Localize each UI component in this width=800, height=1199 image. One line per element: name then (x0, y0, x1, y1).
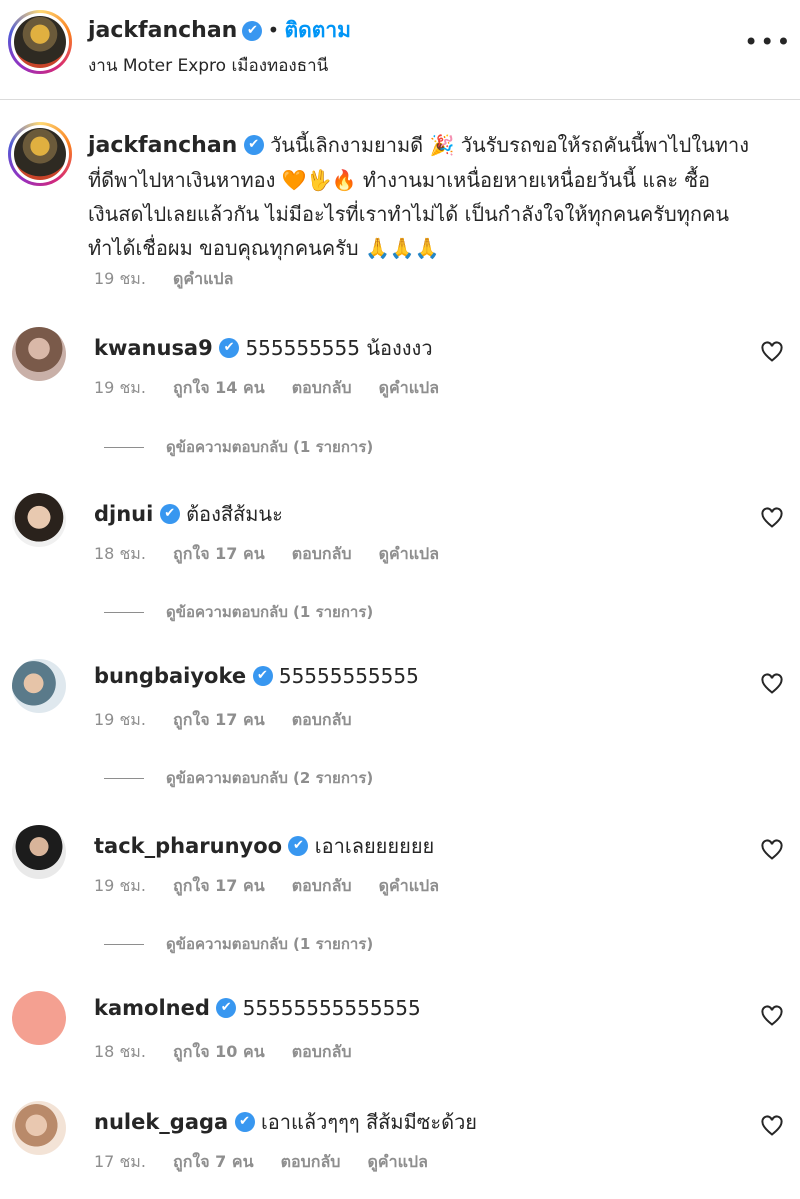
comment-username[interactable]: nulek_gaga (94, 1110, 228, 1134)
caption-translate-link[interactable]: ดูคำแปล (173, 269, 233, 288)
verified-badge-icon: ✔ (243, 134, 264, 155)
comment-username[interactable]: kamolned (94, 996, 210, 1020)
comment-translate-link[interactable]: ดูคำแปล (379, 544, 439, 563)
comment-reply-button[interactable]: ตอบกลับ (281, 1152, 341, 1171)
heart-outline-icon[interactable] (760, 672, 784, 696)
view-replies-button[interactable]: ดูข้อความตอบกลับ (2 รายการ) (104, 766, 373, 790)
comment-likes[interactable]: ถูกใจ 10 คน (173, 1042, 265, 1061)
comment-username[interactable]: kwanusa9 (94, 336, 213, 360)
comment-username[interactable]: bungbaiyoke (94, 664, 246, 688)
view-replies-button[interactable]: ดูข้อความตอบกลับ (1 รายการ) (104, 932, 373, 956)
verified-badge-icon: ✔ (252, 665, 273, 686)
separator-dot: • (267, 18, 280, 42)
comment-text: 555555555 น้องงงว (245, 336, 433, 360)
reply-divider (104, 447, 144, 448)
comment-reply-button[interactable]: ตอบกลับ (292, 378, 352, 397)
comment-avatar[interactable] (12, 493, 66, 547)
more-options-icon[interactable]: ••• (744, 28, 792, 56)
comment-text: 55555555555555 (242, 996, 421, 1020)
comment-item: nulek_gaga ✔ เอาแล้วๆๆๆ สีส้มมีซะด้วย (94, 1106, 477, 1138)
verified-badge-icon: ✔ (159, 503, 180, 524)
comment-time: 19 ชม. (94, 876, 146, 895)
view-replies-label: ดูข้อความตอบกลับ (2 รายการ) (166, 769, 374, 787)
comment-item: djnui ✔ ต้องสีส้มนะ (94, 498, 283, 530)
comment-time: 18 ชม. (94, 544, 146, 563)
heart-outline-icon[interactable] (760, 838, 784, 862)
comment-likes[interactable]: ถูกใจ 17 คน (173, 876, 265, 895)
heart-outline-icon[interactable] (760, 506, 784, 530)
author-avatar[interactable] (8, 10, 72, 74)
verified-badge-icon: ✔ (288, 835, 309, 856)
comment-avatar[interactable] (12, 825, 66, 879)
author-username[interactable]: jackfanchan (88, 18, 237, 43)
comment-time: 19 ชม. (94, 710, 146, 729)
comment-avatar[interactable] (12, 659, 66, 713)
comment-translate-link[interactable]: ดูคำแปล (379, 876, 439, 895)
follow-button[interactable]: ติดตาม (284, 18, 351, 42)
caption-meta: 19 ชม. ดูคำแปล (94, 267, 255, 292)
comment-item: tack_pharunyoo ✔ เอาเลยยยยยย (94, 830, 434, 862)
comment-likes[interactable]: ถูกใจ 17 คน (173, 544, 265, 563)
comment-reply-button[interactable]: ตอบกลับ (292, 876, 352, 895)
reply-divider (104, 944, 144, 945)
heart-outline-icon[interactable] (760, 1004, 784, 1028)
verified-badge-icon: ✔ (219, 337, 240, 358)
comment-reply-button[interactable]: ตอบกลับ (292, 710, 352, 729)
comment-username[interactable]: tack_pharunyoo (94, 834, 282, 858)
reply-divider (104, 778, 144, 779)
comment-text: เอาเลยยยยยย (314, 834, 435, 858)
view-replies-button[interactable]: ดูข้อความตอบกลับ (1 รายการ) (104, 600, 373, 624)
comment-meta: 19 ชม. ถูกใจ 14 คน ตอบกลับ ดูคำแปล (94, 376, 461, 401)
heart-outline-icon[interactable] (760, 340, 784, 364)
comment-reply-button[interactable]: ตอบกลับ (292, 1042, 352, 1061)
view-replies-label: ดูข้อความตอบกลับ (1 รายการ) (166, 935, 374, 953)
verified-badge-icon: ✔ (234, 1111, 255, 1132)
comment-meta: 19 ชม. ถูกใจ 17 คน ตอบกลับ ดูคำแปล (94, 874, 461, 899)
post-caption: jackfanchan ✔ วันนี้เลิกงามยามดี 🎉 วันรั… (88, 128, 760, 265)
caption-username[interactable]: jackfanchan (88, 133, 237, 158)
comment-reply-button[interactable]: ตอบกลับ (292, 544, 352, 563)
comment-item: bungbaiyoke ✔ 55555555555 (94, 664, 419, 688)
comment-translate-link[interactable]: ดูคำแปล (379, 378, 439, 397)
caption-avatar[interactable] (8, 122, 72, 186)
comment-item: kamolned ✔ 55555555555555 (94, 996, 421, 1020)
comment-avatar[interactable] (12, 1101, 66, 1155)
comment-likes[interactable]: ถูกใจ 17 คน (173, 710, 265, 729)
comment-time: 18 ชม. (94, 1042, 146, 1061)
comment-time: 19 ชม. (94, 378, 146, 397)
comment-text: 55555555555 (278, 664, 419, 688)
post-location[interactable]: งาน Moter Expro เมืองทองธานี (88, 52, 328, 79)
comment-text: เอาแล้วๆๆๆ สีส้มมีซะด้วย (260, 1110, 478, 1134)
post-header: jackfanchan ✔ • ติดตาม งาน Moter Expro เ… (0, 0, 800, 100)
caption-time: 19 ชม. (94, 269, 146, 288)
comment-likes[interactable]: ถูกใจ 14 คน (173, 378, 265, 397)
reply-divider (104, 612, 144, 613)
comment-time: 17 ชม. (94, 1152, 146, 1171)
comment-meta: 17 ชม. ถูกใจ 7 คน ตอบกลับ ดูคำแปล (94, 1150, 450, 1175)
comment-meta: 18 ชม. ถูกใจ 17 คน ตอบกลับ ดูคำแปล (94, 542, 461, 567)
heart-outline-icon[interactable] (760, 1114, 784, 1138)
comment-username[interactable]: djnui (94, 502, 153, 526)
comment-avatar[interactable] (12, 327, 66, 381)
comment-likes[interactable]: ถูกใจ 7 คน (173, 1152, 253, 1171)
comment-meta: 19 ชม. ถูกใจ 17 คน ตอบกลับ (94, 708, 374, 733)
comment-translate-link[interactable]: ดูคำแปล (368, 1152, 428, 1171)
view-replies-button[interactable]: ดูข้อความตอบกลับ (1 รายการ) (104, 435, 373, 459)
comment-text: ต้องสีส้มนะ (186, 502, 283, 526)
comment-meta: 18 ชม. ถูกใจ 10 คน ตอบกลับ (94, 1040, 374, 1065)
header-title-row: jackfanchan ✔ • ติดตาม (88, 14, 351, 47)
view-replies-label: ดูข้อความตอบกลับ (1 รายการ) (166, 603, 374, 621)
comment-avatar[interactable] (12, 991, 66, 1045)
verified-badge-icon: ✔ (242, 20, 263, 41)
comment-item: kwanusa9 ✔ 555555555 น้องงงว (94, 332, 433, 364)
verified-badge-icon: ✔ (216, 997, 237, 1018)
view-replies-label: ดูข้อความตอบกลับ (1 รายการ) (166, 438, 374, 456)
